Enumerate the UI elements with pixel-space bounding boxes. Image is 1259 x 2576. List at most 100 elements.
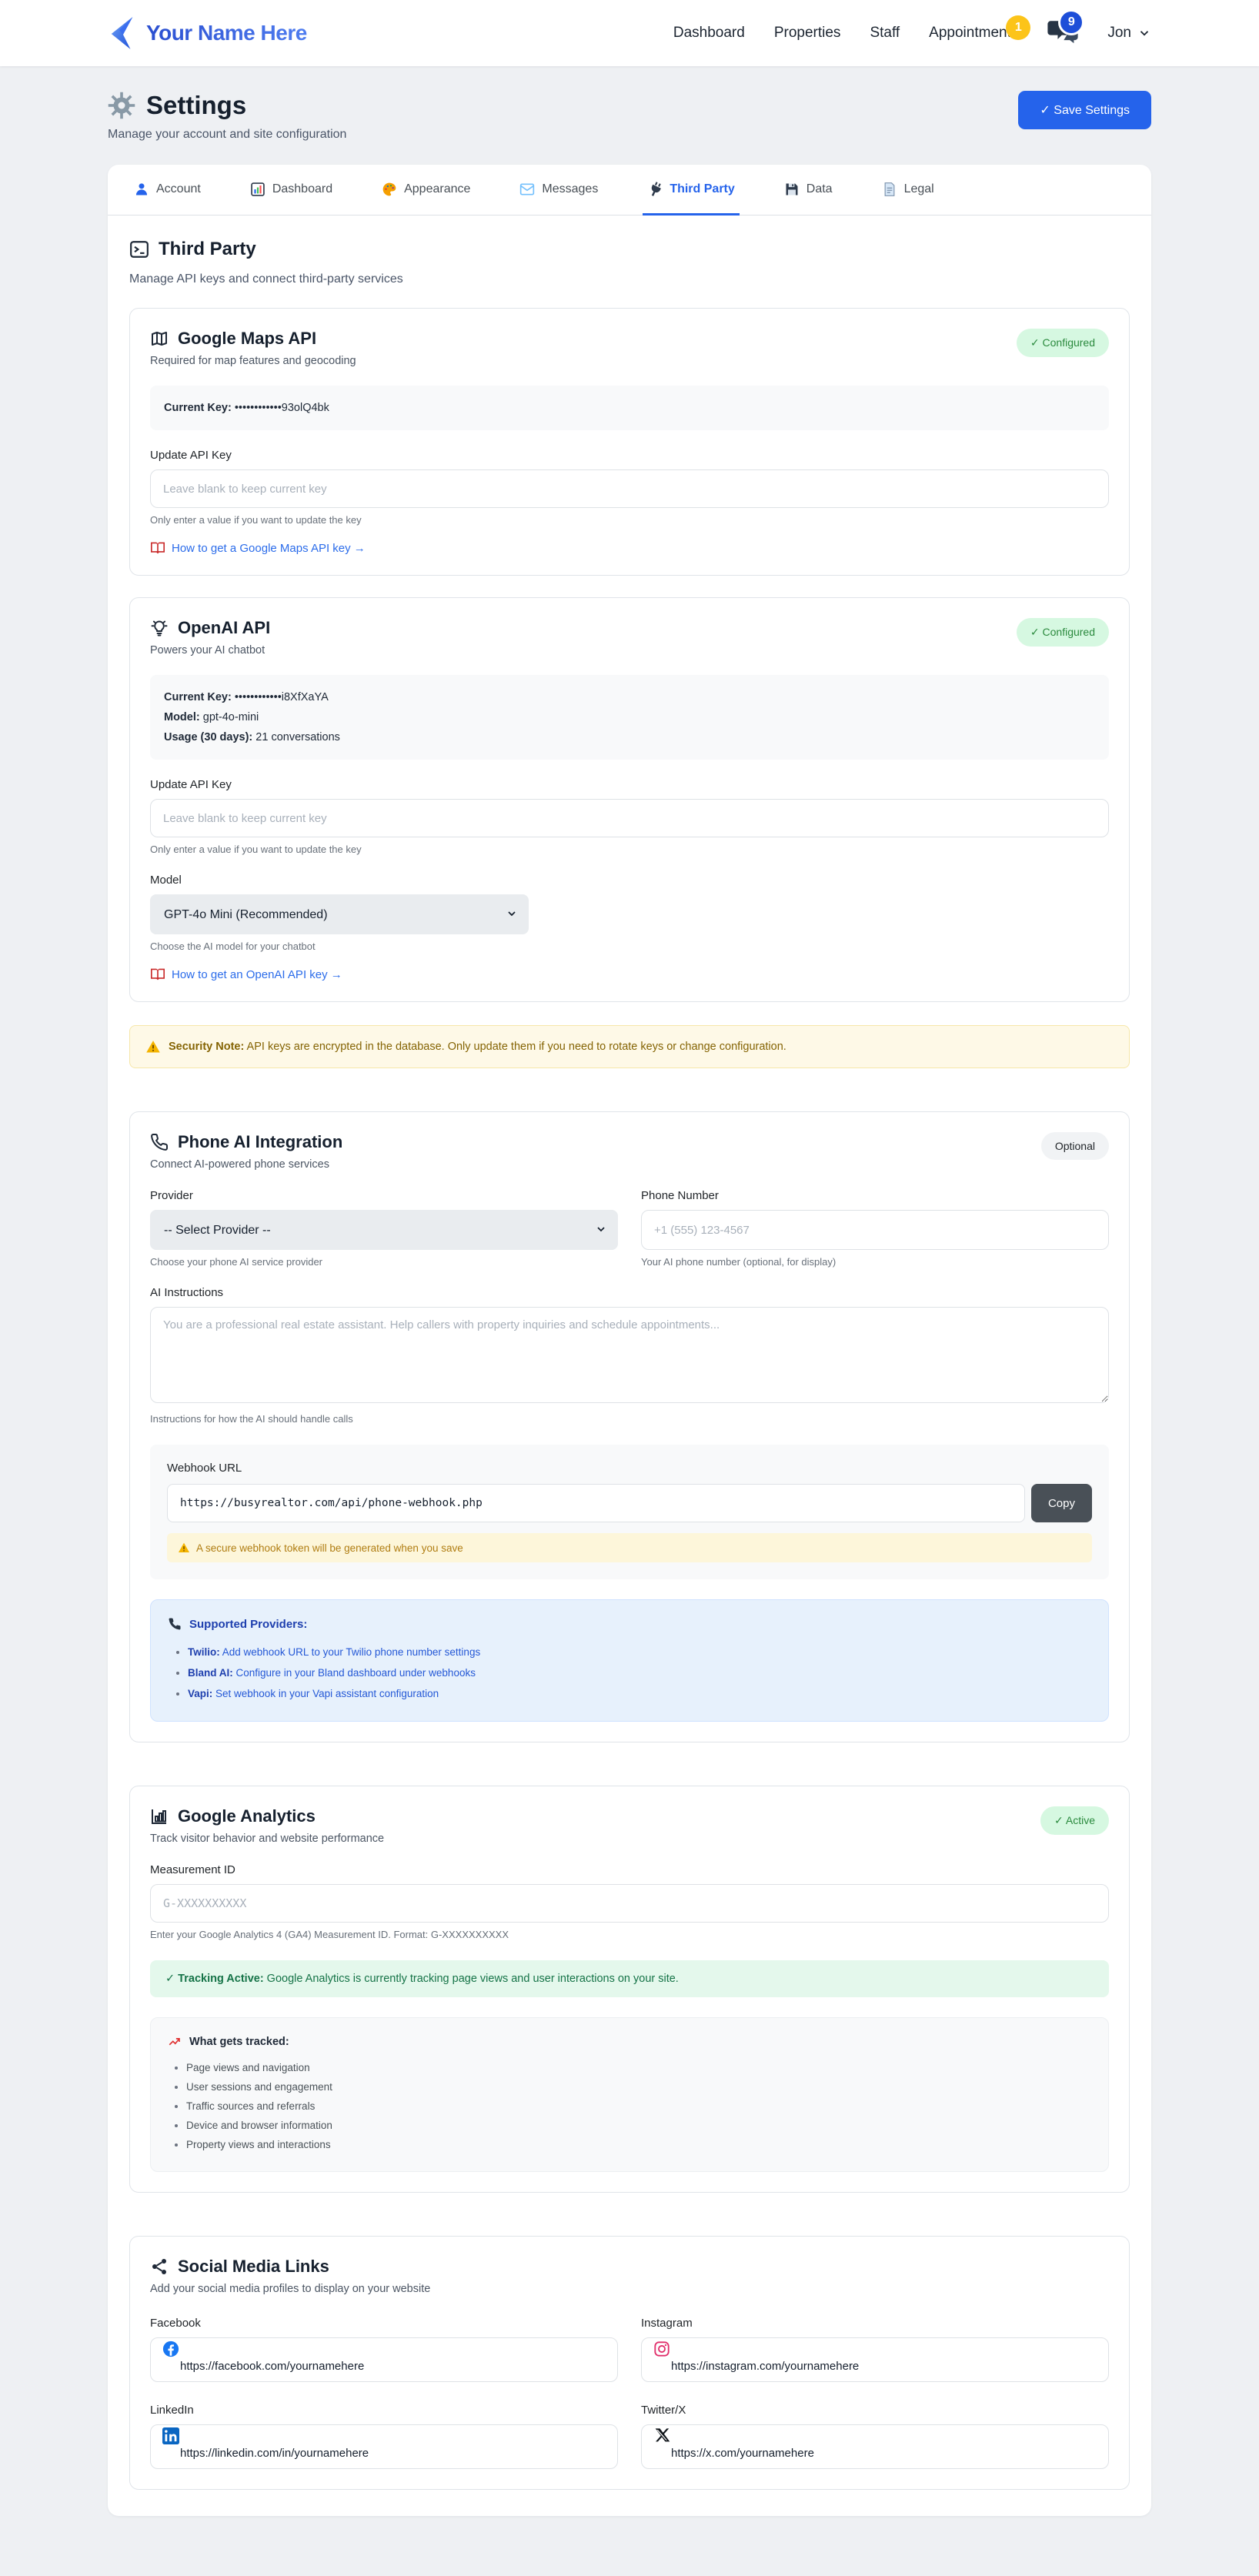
main-nav: Dashboard Properties Staff Appointments … bbox=[673, 20, 1151, 46]
twitter-url-input[interactable] bbox=[641, 2424, 1109, 2469]
usage-label: Usage (30 days): bbox=[164, 731, 252, 743]
provider-help: Choose your phone AI service provider bbox=[150, 1256, 618, 1268]
nav-item-properties[interactable]: Properties bbox=[774, 25, 841, 42]
palette-icon bbox=[382, 182, 397, 197]
security-note-label: Security Note: bbox=[169, 1041, 244, 1053]
twitter-field: Twitter/X bbox=[641, 2387, 1109, 2469]
tab-third-party[interactable]: Third Party bbox=[643, 165, 739, 216]
current-key-label: Current Key: bbox=[164, 691, 232, 703]
share-icon bbox=[150, 2257, 169, 2276]
current-key-value: ••••••••••••i8XfXaYA bbox=[235, 691, 329, 703]
messages-icon[interactable]: 9 bbox=[1047, 20, 1078, 46]
instagram-label: Instagram bbox=[641, 2317, 1109, 2330]
ai-instructions-textarea[interactable] bbox=[150, 1307, 1109, 1403]
x-icon bbox=[653, 2427, 670, 2444]
book-icon bbox=[150, 967, 165, 981]
phone-number-help: Your AI phone number (optional, for disp… bbox=[641, 1256, 1109, 1268]
provider-select[interactable]: -- Select Provider -- bbox=[150, 1210, 618, 1250]
tab-appearance[interactable]: Appearance bbox=[377, 165, 475, 216]
tab-account[interactable]: Account bbox=[129, 165, 205, 216]
facebook-field: Facebook bbox=[150, 2300, 618, 2382]
tracked-heading: What gets tracked: bbox=[189, 2036, 289, 2048]
openai-title: OpenAI API bbox=[150, 618, 270, 638]
openai-subtitle: Powers your AI chatbot bbox=[150, 644, 270, 657]
openai-current-box: Current Key: ••••••••••••i8XfXaYA Model:… bbox=[150, 675, 1109, 760]
webhook-warning: A secure webhook token will be generated… bbox=[167, 1533, 1092, 1562]
current-key-box: Current Key: ••••••••••••93olQ4bk bbox=[150, 386, 1109, 430]
provider-label: Provider bbox=[150, 1189, 618, 1202]
logo-text: Your Name Here bbox=[146, 21, 307, 45]
phone-ai-subtitle: Connect AI-powered phone services bbox=[150, 1158, 342, 1171]
model-select[interactable]: GPT-4o Mini (Recommended) bbox=[150, 894, 529, 934]
instagram-url-input[interactable] bbox=[641, 2337, 1109, 2382]
app-logo[interactable]: Your Name Here bbox=[108, 15, 307, 51]
tab-legal[interactable]: Legal bbox=[877, 165, 939, 216]
tracked-item: Traffic sources and referrals bbox=[186, 2097, 1091, 2116]
openai-api-key-input[interactable] bbox=[150, 799, 1109, 837]
tab-messages[interactable]: Messages bbox=[515, 165, 603, 216]
model-value: gpt-4o-mini bbox=[203, 711, 259, 723]
openai-card: OpenAI API Powers your AI chatbot ✓ Conf… bbox=[129, 597, 1130, 1002]
person-icon bbox=[134, 182, 149, 197]
nav-item-staff[interactable]: Staff bbox=[870, 25, 900, 42]
update-api-key-label: Update API Key bbox=[150, 778, 1109, 791]
linkedin-icon bbox=[162, 2427, 179, 2444]
page-head: Settings Manage your account and site co… bbox=[108, 91, 1151, 142]
social-title: Social Media Links bbox=[150, 2257, 1109, 2277]
facebook-url-input[interactable] bbox=[150, 2337, 618, 2382]
linkedin-label: LinkedIn bbox=[150, 2404, 618, 2417]
logo-arrow-icon bbox=[108, 15, 137, 51]
measurement-id-input[interactable] bbox=[150, 1884, 1109, 1923]
facebook-label: Facebook bbox=[150, 2317, 618, 2330]
update-api-key-label: Update API Key bbox=[150, 449, 1109, 462]
lightbulb-icon bbox=[150, 619, 169, 637]
google-maps-subtitle: Required for map features and geocoding bbox=[150, 355, 356, 367]
envelope-icon bbox=[519, 182, 535, 197]
page-bottom-spacer bbox=[108, 2516, 1151, 2576]
save-settings-button[interactable]: ✓ Save Settings bbox=[1018, 91, 1151, 129]
webhook-url-input[interactable] bbox=[167, 1484, 1025, 1522]
bar-chart-icon bbox=[250, 182, 265, 197]
linkedin-field: LinkedIn bbox=[150, 2387, 618, 2469]
trend-chart-icon bbox=[168, 2035, 182, 2049]
tab-data[interactable]: Data bbox=[780, 165, 837, 216]
instagram-field: Instagram bbox=[641, 2300, 1109, 2382]
maps-api-key-input[interactable] bbox=[150, 469, 1109, 508]
nav-item-appointments[interactable]: Appointments 1 bbox=[929, 25, 1018, 42]
document-icon bbox=[882, 182, 897, 197]
current-key-label: Current Key: bbox=[164, 402, 232, 414]
phone-number-input[interactable] bbox=[641, 1210, 1109, 1250]
tab-dashboard[interactable]: Dashboard bbox=[245, 165, 337, 216]
user-menu[interactable]: Jon bbox=[1107, 25, 1151, 42]
provider-item-bland: Bland AI: Configure in your Bland dashbo… bbox=[188, 1662, 1091, 1683]
nav-item-dashboard[interactable]: Dashboard bbox=[673, 25, 745, 42]
linkedin-url-input[interactable] bbox=[150, 2424, 618, 2469]
openai-api-key-link[interactable]: How to get an OpenAI API key → bbox=[172, 968, 342, 981]
tracked-item: Property views and interactions bbox=[186, 2135, 1091, 2154]
settings-tabbar: Account Dashboard Appearance Messages bbox=[108, 165, 1151, 216]
tracking-active-label: ✓ Tracking Active: bbox=[165, 1973, 264, 1985]
warning-icon bbox=[178, 1542, 190, 1554]
supported-providers-box: Supported Providers: Twilio: Add webhook… bbox=[150, 1599, 1109, 1722]
copy-button[interactable]: Copy bbox=[1031, 1484, 1092, 1522]
phone-ai-card: Phone AI Integration Connect AI-powered … bbox=[129, 1111, 1130, 1742]
tracked-item: Device and browser information bbox=[186, 2116, 1091, 2135]
maps-api-key-help: Only enter a value if you want to update… bbox=[150, 514, 1109, 526]
section-subtitle: Manage API keys and connect third-party … bbox=[129, 272, 1130, 286]
ai-instructions-label: AI Instructions bbox=[150, 1286, 1109, 1299]
warning-icon bbox=[145, 1039, 161, 1054]
openai-api-key-help: Only enter a value if you want to update… bbox=[150, 844, 1109, 855]
webhook-url-label: Webhook URL bbox=[167, 1462, 1092, 1475]
active-badge: ✓ Active bbox=[1040, 1806, 1109, 1835]
page-subtitle: Manage your account and site configurati… bbox=[108, 128, 346, 142]
model-select-label: Model bbox=[150, 874, 1109, 887]
maps-api-key-link[interactable]: How to get a Google Maps API key → bbox=[172, 542, 366, 555]
floppy-disk-icon bbox=[784, 182, 800, 197]
what-gets-tracked-box: What gets tracked: Page views and naviga… bbox=[150, 2017, 1109, 2172]
twitter-label: Twitter/X bbox=[641, 2404, 1109, 2417]
bar-chart-icon bbox=[150, 1807, 169, 1826]
provider-item-vapi: Vapi: Set webhook in your Vapi assistant… bbox=[188, 1683, 1091, 1704]
provider-item-twilio: Twilio: Add webhook URL to your Twilio p… bbox=[188, 1642, 1091, 1662]
facebook-icon bbox=[162, 2340, 179, 2357]
google-maps-card: Google Maps API Required for map feature… bbox=[129, 308, 1130, 576]
